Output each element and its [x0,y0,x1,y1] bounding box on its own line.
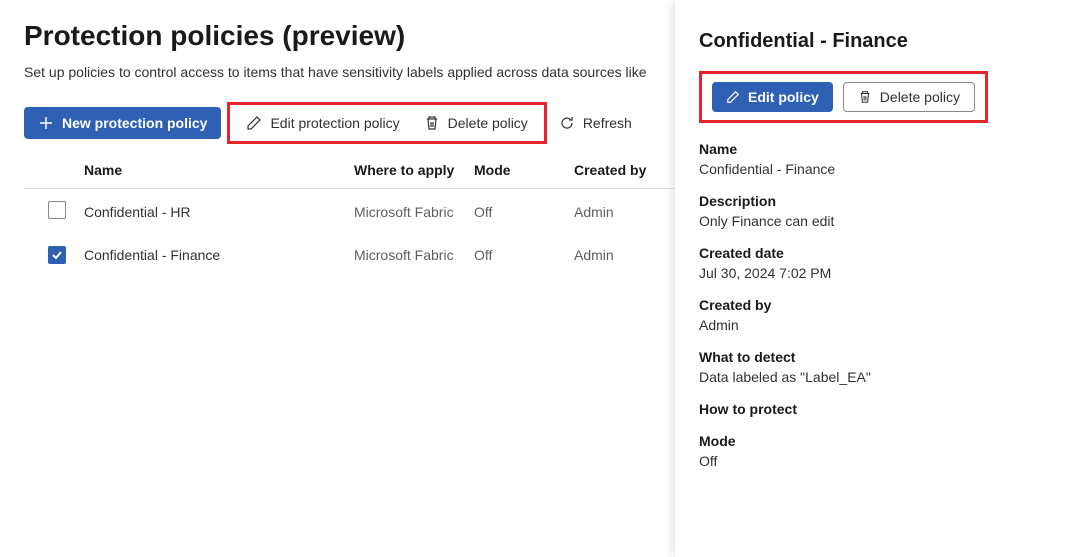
detail-detect-value: Data labeled as "Label_EA" [699,369,1046,385]
trash-icon [424,115,440,131]
row-mode: Off [474,204,574,220]
details-panel: Confidential - Finance Edit policy Delet… [675,0,1070,557]
detail-created-by-label: Created by [699,297,1046,313]
row-where: Microsoft Fabric [354,204,474,220]
table-row[interactable]: Confidential - Finance Microsoft Fabric … [24,234,675,276]
refresh-button[interactable]: Refresh [547,107,644,139]
detail-desc-label: Description [699,193,1046,209]
detail-name: Name Confidential - Finance [699,141,1046,177]
panel-delete-button[interactable]: Delete policy [843,82,975,112]
detail-created-date-value: Jul 30, 2024 7:02 PM [699,265,1046,281]
delete-policy-button[interactable]: Delete policy [412,107,540,139]
check-icon [51,249,63,261]
detail-created-by-value: Admin [699,317,1046,333]
detail-created-date-label: Created date [699,245,1046,261]
detail-mode: Mode Off [699,433,1046,469]
edit-delete-highlight: Edit protection policy Delete policy [227,102,546,144]
policies-table: Name Where to apply Mode Created by Conf… [24,152,675,276]
new-policy-button[interactable]: New protection policy [24,107,221,139]
col-mode[interactable]: Mode [474,162,574,178]
pencil-icon [726,90,740,104]
panel-actions-highlight: Edit policy Delete policy [699,71,988,123]
trash-icon [858,90,872,104]
detail-description: Description Only Finance can edit [699,193,1046,229]
edit-policy-button[interactable]: Edit protection policy [234,107,411,139]
page-description: Set up policies to control access to ite… [24,64,675,80]
toolbar: New protection policy Edit protection po… [24,102,675,144]
row-name[interactable]: Confidential - HR [84,204,354,220]
panel-title: Confidential - Finance [699,30,1046,53]
detail-what-to-detect: What to detect Data labeled as "Label_EA… [699,349,1046,385]
panel-edit-button[interactable]: Edit policy [712,82,833,112]
table-header: Name Where to apply Mode Created by [24,152,675,189]
detail-name-label: Name [699,141,1046,157]
panel-delete-label: Delete policy [880,89,960,105]
detail-name-value: Confidential - Finance [699,161,1046,177]
detail-mode-value: Off [699,453,1046,469]
row-where: Microsoft Fabric [354,247,474,263]
detail-mode-label: Mode [699,433,1046,449]
detail-protect-label: How to protect [699,401,1046,417]
panel-edit-label: Edit policy [748,89,819,105]
new-policy-label: New protection policy [62,115,207,131]
row-created: Admin [574,204,654,220]
refresh-label: Refresh [583,115,632,131]
row-created: Admin [574,247,654,263]
plus-icon [38,115,54,131]
detail-detect-label: What to detect [699,349,1046,365]
table-row[interactable]: Confidential - HR Microsoft Fabric Off A… [24,189,675,234]
row-name[interactable]: Confidential - Finance [84,247,354,263]
pencil-icon [246,115,262,131]
main-content: Protection policies (preview) Set up pol… [0,0,675,557]
delete-policy-label: Delete policy [448,115,528,131]
col-name[interactable]: Name [84,162,354,178]
col-where[interactable]: Where to apply [354,162,474,178]
detail-created-date: Created date Jul 30, 2024 7:02 PM [699,245,1046,281]
row-checkbox[interactable] [48,246,66,264]
row-checkbox[interactable] [48,201,66,219]
refresh-icon [559,115,575,131]
detail-created-by: Created by Admin [699,297,1046,333]
col-created[interactable]: Created by [574,162,654,178]
detail-how-to-protect: How to protect [699,401,1046,417]
detail-desc-value: Only Finance can edit [699,213,1046,229]
row-mode: Off [474,247,574,263]
page-title: Protection policies (preview) [24,20,675,52]
edit-policy-label: Edit protection policy [270,115,399,131]
